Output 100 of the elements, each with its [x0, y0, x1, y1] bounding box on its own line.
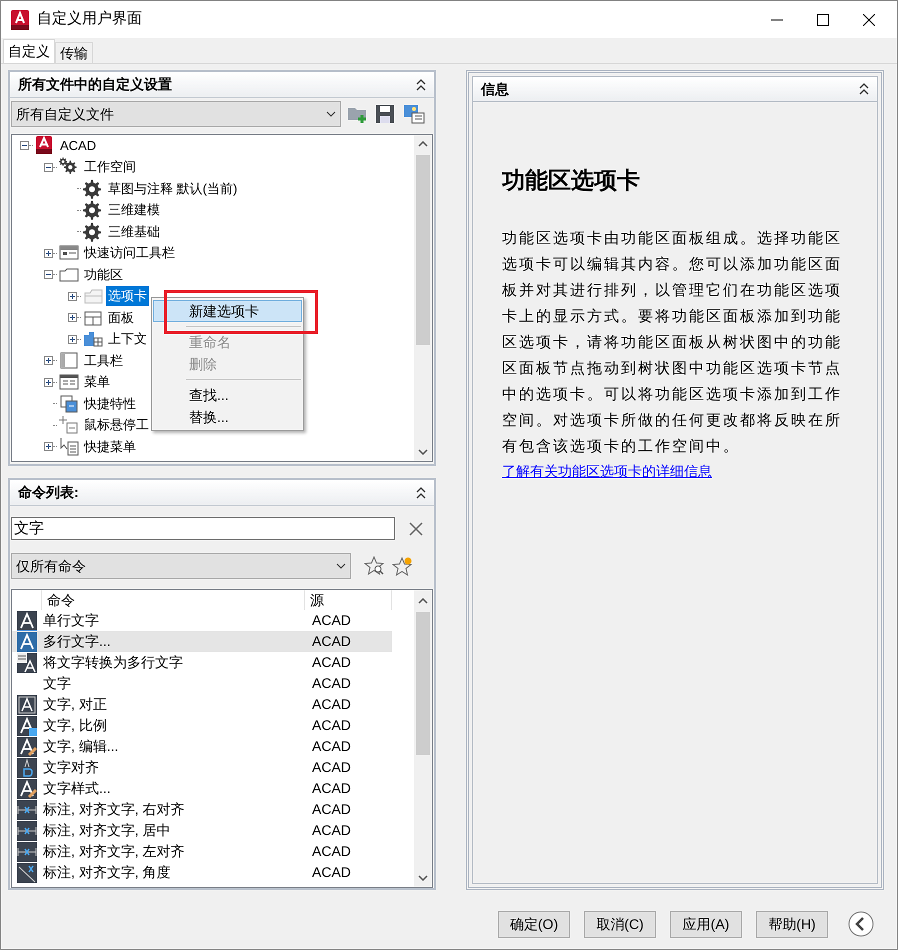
table-cell-text: ACAD [311, 737, 351, 756]
expand-node-icon[interactable] [68, 334, 77, 344]
collapse-icon[interactable] [416, 486, 426, 498]
collapse-icon[interactable] [416, 78, 426, 90]
collapse-node-icon[interactable] [44, 162, 53, 172]
expand-node-icon[interactable] [44, 248, 53, 258]
chevron-down-icon [336, 563, 346, 569]
command-row[interactable]: 文字 ACAD [12, 673, 392, 694]
file-select[interactable]: 所有自定义文件 [11, 101, 341, 127]
table-cell-text: ACAD [311, 800, 351, 819]
scrollbar-thumb[interactable] [416, 612, 430, 755]
collapse-icon[interactable] [859, 83, 869, 95]
scroll-up-icon[interactable] [418, 598, 428, 604]
dialog-button[interactable]: 应用(A) [670, 910, 742, 938]
table-cell-text: ACAD [311, 632, 351, 651]
search-field[interactable]: 文字 [11, 517, 395, 540]
table-cell-text: ACAD [311, 674, 351, 693]
command-row[interactable]: 文字, 比例 ACAD [12, 715, 392, 736]
tree-item[interactable]: 三维建模 [106, 200, 162, 220]
command-row[interactable]: 标注, 对齐文字, 居中 ACAD [12, 820, 392, 841]
collapse-node-icon[interactable] [44, 270, 53, 280]
text-icon [17, 610, 37, 630]
column-header[interactable]: 命令 [42, 590, 305, 610]
menu-icon [59, 372, 79, 392]
text-justify-icon [17, 694, 37, 714]
tree-item[interactable]: 快捷菜单 [82, 436, 138, 457]
details-link[interactable]: 了解有关功能区选项卡的详细信息 [502, 461, 712, 482]
table-cell-text: 标注, 对齐文字, 左对齐 [42, 842, 186, 861]
tree-item[interactable]: 快速访问工具栏 [82, 243, 177, 264]
dialog-button[interactable]: 取消(C) [584, 910, 656, 938]
command-row[interactable]: 将文字转换为多行文字 ACAD [12, 652, 392, 673]
table-cell-text: 文字 [42, 674, 72, 693]
panel-title: 命令列表: [18, 483, 79, 502]
command-row[interactable]: 多行文字... ACAD [12, 631, 392, 652]
menu-item[interactable]: 替换... [153, 406, 302, 428]
table-cell-text: 标注, 对齐文字, 角度 [42, 863, 172, 882]
text-scale-icon [17, 716, 37, 736]
scroll-up-icon[interactable] [418, 141, 428, 147]
text-align-icon [17, 758, 37, 778]
collapse-node-icon[interactable] [20, 141, 29, 150]
menu-item[interactable]: 查找... [153, 384, 302, 406]
command-row[interactable]: 文字, 编辑... ACAD [12, 736, 392, 757]
tree-item[interactable]: 快捷特性 [82, 394, 138, 414]
chevron-down-icon [326, 111, 336, 117]
dimension-icon [17, 800, 37, 820]
table-cell-text: ACAD [311, 695, 351, 714]
tree-item[interactable]: 面板 [106, 308, 136, 328]
tree-item[interactable]: 功能区 [82, 264, 125, 285]
expand-node-icon[interactable] [44, 356, 53, 366]
tab[interactable]: 自定义 [3, 39, 55, 63]
tree-item[interactable]: 工具栏 [82, 350, 125, 371]
command-row[interactable]: 文字, 对正 ACAD [12, 694, 392, 715]
tree-item[interactable]: 上下文 [106, 329, 149, 350]
filter-select[interactable]: 仅所有命令 [11, 553, 351, 579]
command-row[interactable]: 标注, 对齐文字, 左对齐 ACAD [12, 841, 392, 862]
gear-icon [83, 222, 103, 242]
dialog-button[interactable]: 确定(O) [498, 910, 570, 938]
dialog-button[interactable]: 帮助(H) [756, 910, 828, 938]
tab[interactable]: 传输 [55, 42, 93, 63]
command-row[interactable]: 文字样式... ACAD [12, 778, 392, 799]
table-cell-text: ACAD [311, 653, 351, 672]
column-header[interactable]: 源 [305, 590, 392, 610]
table-cell-text: 文字对齐 [42, 758, 100, 777]
command-row[interactable]: 文字对齐 ACAD [12, 757, 392, 778]
tree-item[interactable]: 草图与注释 默认(当前) [106, 178, 240, 199]
back-icon[interactable] [848, 911, 874, 937]
tree-item[interactable]: 工作空间 [82, 157, 138, 178]
tree-item[interactable]: 三维基础 [106, 222, 162, 242]
save-icon[interactable] [375, 104, 395, 124]
scrollbar-thumb[interactable] [416, 155, 430, 345]
tree-item[interactable]: 选项卡 [106, 286, 149, 306]
clear-icon[interactable] [409, 522, 423, 536]
expand-node-icon[interactable] [44, 442, 53, 452]
dimension-icon [17, 842, 37, 862]
tree-item[interactable]: 鼠标悬停工 [82, 415, 151, 436]
tree-item[interactable]: ACAD [58, 136, 98, 156]
image-list-icon[interactable] [403, 104, 425, 124]
text-edit-icon [17, 778, 37, 798]
expand-node-icon[interactable] [44, 378, 53, 387]
command-row[interactable]: 标注, 对齐文字, 角度 ACAD [12, 862, 392, 883]
table-cell-text: 标注, 对齐文字, 居中 [42, 821, 172, 840]
table-cell-text: ACAD [311, 821, 351, 840]
window-title: 自定义用户界面 [37, 9, 142, 30]
app-logo-icon [11, 10, 29, 30]
command-row[interactable]: 单行文字 ACAD [12, 610, 392, 631]
scroll-down-icon[interactable] [418, 875, 428, 881]
table-cell-text: 文字, 对正 [42, 695, 108, 714]
toolbar-icon [59, 350, 79, 371]
tree-item[interactable]: 菜单 [82, 372, 112, 392]
maximize-icon[interactable] [817, 14, 829, 26]
expand-node-icon[interactable] [68, 313, 77, 322]
close-icon[interactable] [863, 14, 875, 26]
star-new-icon[interactable] [392, 556, 414, 576]
table-cell-text: 单行文字 [42, 611, 100, 630]
menu-item[interactable]: 新建选项卡 [153, 300, 302, 322]
expand-node-icon[interactable] [68, 292, 77, 301]
scroll-down-icon[interactable] [418, 449, 428, 455]
command-row[interactable]: 标注, 对齐文字, 右对齐 ACAD [12, 799, 392, 820]
dimension-icon [17, 820, 37, 840]
star-search-icon[interactable] [364, 556, 386, 576]
